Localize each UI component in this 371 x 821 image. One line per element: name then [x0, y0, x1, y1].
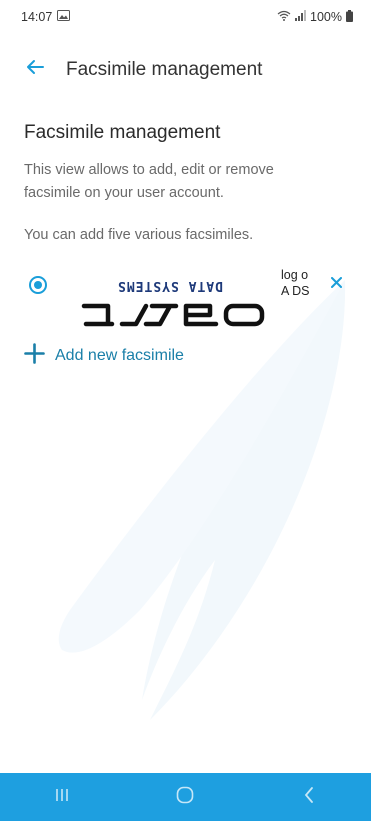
home-button[interactable] — [155, 777, 215, 817]
system-navigation-bar — [0, 773, 371, 821]
status-time: 14:07 — [21, 10, 53, 24]
page-description: This view allows to add, edit or remove … — [24, 162, 274, 201]
recent-apps-button[interactable] — [32, 777, 92, 817]
radio-selected-dot — [34, 281, 42, 289]
wifi-icon — [277, 10, 291, 24]
home-icon — [176, 786, 194, 809]
signal-icon — [295, 10, 307, 24]
page-heading: Facsimile management — [24, 122, 221, 143]
close-icon — [330, 275, 342, 293]
nav-back-button[interactable] — [279, 777, 339, 817]
remove-facsimile-button[interactable] — [326, 274, 346, 294]
battery-icon — [346, 9, 353, 25]
back-icon — [304, 786, 314, 808]
back-button[interactable] — [20, 54, 50, 84]
recent-apps-icon — [55, 788, 69, 807]
battery-level: 100% — [310, 10, 342, 24]
status-bar: 14:07 100% — [0, 0, 371, 34]
app-bar: Facsimile management — [0, 50, 371, 90]
facsimile-radio[interactable] — [29, 276, 47, 294]
plus-icon — [24, 343, 45, 369]
facsimile-logo-text-top: DATA SYSTEMS — [117, 278, 223, 293]
back-arrow-icon — [26, 59, 44, 80]
add-new-facsimile-button[interactable]: Add new facsimile — [24, 343, 184, 369]
gallery-icon — [57, 10, 71, 24]
app-bar-title: Facsimile management — [66, 59, 263, 80]
facsimile-limit-info: You can add five various facsimiles. — [24, 227, 254, 243]
facsimile-caption: log o A DS — [281, 268, 310, 298]
facsimile-logo-image[interactable]: DATA SYSTEMS asseco — [70, 272, 270, 334]
add-new-facsimile-label: Add new facsimile — [55, 347, 184, 364]
